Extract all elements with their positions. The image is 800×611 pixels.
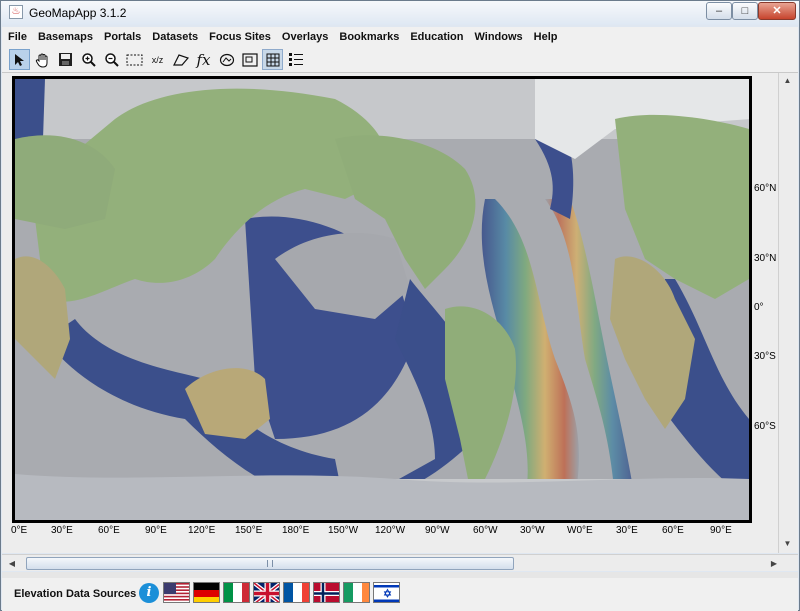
fx-label: fx [196,50,211,69]
lat-label-60s: 60°S [754,421,776,432]
lon-label: 90°E [145,525,167,536]
toolbar: x/z fx [2,47,798,73]
lat-label-30s: 30°S [754,351,776,362]
digitize-icon[interactable] [170,49,191,70]
layers-list-icon[interactable] [285,49,306,70]
frame-icon[interactable] [239,49,260,70]
zoom-in-icon[interactable] [78,49,99,70]
scroll-right-icon[interactable]: ▶ [766,555,782,572]
menu-basemaps[interactable]: Basemaps [32,28,98,43]
uk-flag-icon[interactable] [253,582,280,603]
scroll-up-icon[interactable]: ▲ [779,73,796,89]
app-window: ♨ GeoMapApp 3.1.2 – □ ✕ File Basemaps Port… [0,0,800,611]
elevation-sources-bar: Elevation Data Sources i [2,578,798,611]
lon-label: 60°W [473,525,498,536]
lat-label-0: 0° [754,302,764,313]
lon-label: 90°E [710,525,732,536]
minimize-button[interactable]: – [706,2,732,20]
window-title: GeoMapApp 3.1.2 [29,6,127,20]
lon-label: 60°E [98,525,120,536]
ireland-flag-icon[interactable] [343,582,370,603]
lon-label: 30°E [51,525,73,536]
grip-icon [267,560,273,567]
java-app-icon: ♨ [9,5,23,19]
horizontal-scroll-thumb[interactable] [26,557,514,570]
menu-focus-sites[interactable]: Focus Sites [203,28,276,43]
lon-label: 60°E [662,525,684,536]
horizontal-scrollbar[interactable]: ◀ ▶ [2,554,798,571]
menu-overlays[interactable]: Overlays [276,28,333,43]
menu-file[interactable]: File [2,28,32,43]
grid-icon[interactable] [262,49,283,70]
menu-bar: File Basemaps Portals Datasets Focus Sites Ov… [2,27,798,47]
lon-label: 90°W [425,525,450,536]
lat-label-60n: 60°N [754,183,777,194]
lon-label: 120°W [375,525,406,536]
menu-education[interactable]: Education [404,28,468,43]
profile-icon[interactable] [216,49,237,70]
italy-flag-icon[interactable] [223,582,250,603]
lon-label: 30°W [520,525,545,536]
lon-label: 150°E [235,525,263,536]
close-button[interactable]: ✕ [758,2,796,20]
france-flag-icon[interactable] [283,582,310,603]
germany-flag-icon[interactable] [193,582,220,603]
israel-flag-icon[interactable] [373,582,400,603]
menu-windows[interactable]: Windows [468,28,527,43]
lat-label-30n: 30°N [754,253,777,264]
lon-label: 30°E [616,525,638,536]
title-bar: ♨ GeoMapApp 3.1.2 – □ ✕ [1,1,799,25]
world-map[interactable] [12,76,752,523]
scroll-left-icon[interactable]: ◀ [4,555,20,572]
lon-label: W0°E [567,525,593,536]
lon-label: 180°E [282,525,310,536]
function-fx-icon[interactable]: fx [193,49,214,70]
elevation-sources-label: Elevation Data Sources [14,588,137,600]
maximize-button[interactable]: □ [732,2,758,20]
map-panel: 60°N 30°N 0° 30°S 60°S 0°E 30°E 60°E 90°… [2,73,798,553]
select-arrow-icon[interactable] [9,49,30,70]
save-disk-icon[interactable] [55,49,76,70]
xyz-icon[interactable]: x/z [147,49,168,70]
lon-label: 150°W [328,525,359,536]
menu-portals[interactable]: Portals [98,28,146,43]
rect-select-icon[interactable] [124,49,145,70]
lon-label: 120°E [188,525,216,536]
scroll-down-icon[interactable]: ▼ [779,536,796,552]
menu-datasets[interactable]: Datasets [146,28,203,43]
info-icon[interactable]: i [139,583,159,603]
lon-label: 0°E [11,525,28,536]
menu-help[interactable]: Help [528,28,563,43]
pan-hand-icon[interactable] [32,49,53,70]
menu-bookmarks[interactable]: Bookmarks [333,28,404,43]
usa-flag-icon[interactable] [163,582,190,603]
vertical-scrollbar[interactable]: ▲ ▼ [778,73,796,553]
world-map-graphic [15,79,749,520]
xyz-label: x/z [151,54,164,65]
norway-flag-icon[interactable] [313,582,340,603]
zoom-out-icon[interactable] [101,49,122,70]
